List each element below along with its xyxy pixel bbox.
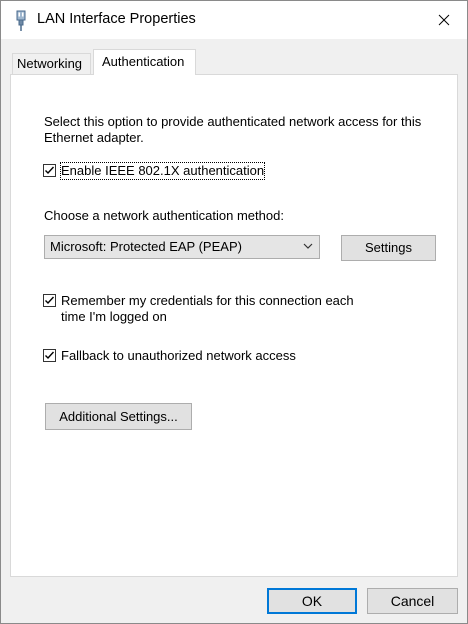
enable-8021x-checkbox-row[interactable]: Enable IEEE 802.1X authentication xyxy=(43,162,266,180)
checkmark-icon xyxy=(45,296,55,305)
checkmark-icon xyxy=(45,351,55,360)
fallback-checkbox-row[interactable]: Fallback to unauthorized network access xyxy=(43,348,296,364)
properties-dialog: LAN Interface Properties Networking Auth… xyxy=(0,0,468,624)
enable-8021x-label: Enable IEEE 802.1X authentication xyxy=(59,162,266,180)
close-button[interactable] xyxy=(421,1,467,39)
window-title: LAN Interface Properties xyxy=(37,11,196,27)
additional-settings-button[interactable]: Additional Settings... xyxy=(45,403,192,430)
network-adapter-icon xyxy=(11,10,31,32)
remember-credentials-checkbox-row[interactable]: Remember my credentials for this connect… xyxy=(43,293,373,325)
auth-method-value: Microsoft: Protected EAP (PEAP) xyxy=(50,239,242,254)
tab-networking[interactable]: Networking xyxy=(12,53,91,74)
tab-authentication[interactable]: Authentication xyxy=(93,49,196,75)
method-label: Choose a network authentication method: xyxy=(44,208,284,223)
checkmark-icon xyxy=(45,166,55,175)
description-text: Select this option to provide authentica… xyxy=(44,114,422,145)
authentication-panel: Select this option to provide authentica… xyxy=(10,74,458,577)
ok-button[interactable]: OK xyxy=(267,588,357,614)
chevron-down-icon xyxy=(303,243,313,249)
enable-8021x-checkbox[interactable] xyxy=(43,164,56,177)
auth-method-dropdown[interactable]: Microsoft: Protected EAP (PEAP) xyxy=(44,235,320,259)
cancel-button[interactable]: Cancel xyxy=(367,588,458,614)
settings-button[interactable]: Settings xyxy=(341,235,436,261)
fallback-checkbox[interactable] xyxy=(43,349,56,362)
title-bar[interactable]: LAN Interface Properties xyxy=(1,1,467,39)
close-icon xyxy=(438,14,450,26)
remember-credentials-checkbox[interactable] xyxy=(43,294,56,307)
fallback-label: Fallback to unauthorized network access xyxy=(61,348,296,363)
remember-credentials-label: Remember my credentials for this connect… xyxy=(61,293,354,324)
